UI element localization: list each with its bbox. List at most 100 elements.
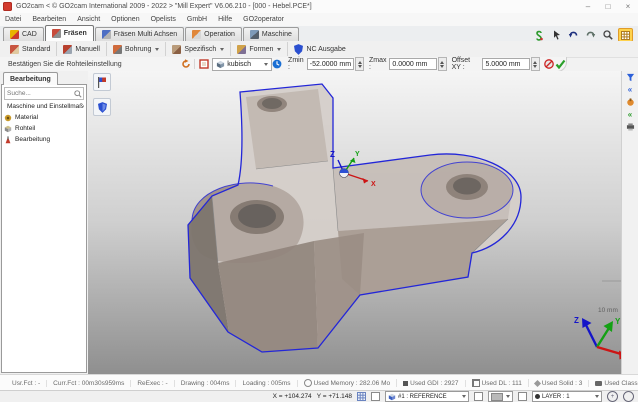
view-sphere-button[interactable]: [623, 391, 634, 402]
zoom-search-icon[interactable]: [601, 29, 614, 41]
print-panel-button[interactable]: [626, 123, 635, 131]
subtab-nc-ausgabe[interactable]: NC Ausgabe: [288, 42, 351, 56]
status-used-memory: Used Memory : 282.06 Mo: [298, 379, 398, 387]
standard-icon: [10, 45, 19, 54]
3d-viewport[interactable]: X Y Z 10 mm Z: [88, 71, 622, 374]
tool-panel-button[interactable]: [626, 98, 635, 107]
stock-box-icon[interactable]: [198, 58, 209, 70]
shield-icon: [98, 102, 107, 113]
reload-stock-icon[interactable]: [180, 58, 191, 70]
nav-z-label: Z: [574, 316, 579, 325]
status-reexec: ReExec : -: [131, 380, 174, 387]
grid-button[interactable]: [357, 392, 366, 401]
subtab-formen[interactable]: Formen: [231, 42, 288, 56]
menu-bearbeiten[interactable]: Bearbeiten: [32, 16, 66, 23]
zmax-stepper[interactable]: [438, 57, 447, 71]
tab-operation-label: Operation: [204, 31, 235, 38]
chevron-down-icon: [155, 48, 159, 51]
sidebar-tab-bearbeitung[interactable]: Bearbeitung: [3, 72, 58, 85]
window-controls: – □ ×: [578, 0, 638, 13]
bohrung-icon: [113, 45, 122, 54]
close-button[interactable]: ×: [618, 0, 638, 13]
menu-bar: Datei Bearbeiten Ansicht Optionen Opelis…: [0, 13, 638, 27]
main-area: Bearbeitung Maschine und Einstellmaße Ma…: [0, 71, 638, 374]
history-icon[interactable]: [272, 58, 283, 70]
tab-cad[interactable]: CAD: [3, 27, 44, 41]
collapse-left-green-icon[interactable]: «: [628, 111, 632, 119]
menu-optionen[interactable]: Optionen: [111, 16, 139, 23]
divider: [194, 59, 195, 69]
snap-icon[interactable]: [533, 29, 546, 41]
filter-button[interactable]: [626, 73, 635, 82]
color-checkbox[interactable]: [518, 392, 527, 401]
flag-button[interactable]: [93, 73, 111, 91]
chevron-down-icon: [462, 395, 466, 398]
title-bar: GO2cam < © GO2cam International 2009 - 2…: [0, 0, 638, 14]
subtab-standard[interactable]: Standard: [4, 42, 57, 56]
collapse-left-icon[interactable]: «: [628, 86, 632, 94]
menu-datei[interactable]: Datei: [5, 16, 21, 23]
prompt-message: Bestätigen Sie die Rohteileinstellung: [0, 61, 180, 68]
zmin-stepper[interactable]: [355, 57, 364, 71]
tree-item-material[interactable]: Material: [4, 112, 84, 123]
menu-hilfe[interactable]: Hilfe: [218, 16, 232, 23]
funnel-icon: [626, 73, 635, 82]
numeric-pad-icon[interactable]: [618, 28, 633, 42]
color-select[interactable]: [488, 391, 513, 402]
redo-icon[interactable]: [584, 29, 597, 41]
undo-icon[interactable]: [567, 29, 580, 41]
tab-operation[interactable]: Operation: [185, 27, 242, 41]
step-down-icon: [533, 65, 537, 68]
tree-item-maschine[interactable]: Maschine und Einstellmaße: [4, 101, 84, 112]
step-down-icon: [358, 65, 362, 68]
zoom-window-button[interactable]: +: [607, 391, 618, 402]
tab-multi-label: Fräsen Multi Achsen: [114, 31, 177, 38]
cancel-button[interactable]: [544, 58, 555, 70]
subtab-manuell[interactable]: Manuell: [57, 42, 107, 56]
status-used-memory-text: Used Memory : 282.06 Mo: [314, 380, 391, 387]
chevron-down-icon: [277, 48, 281, 51]
pointer-icon-glyph: [552, 30, 562, 40]
layer-select[interactable]: LAYER : 1: [532, 391, 602, 402]
flag-icon: [97, 77, 107, 88]
material-icon: [4, 114, 12, 122]
reference-checkbox[interactable]: [474, 392, 483, 401]
origin-y-label: Y: [355, 151, 360, 158]
grid-checkbox[interactable]: [371, 392, 380, 401]
tab-fraesen[interactable]: Fräsen: [45, 25, 94, 41]
menu-gmbh[interactable]: GmbH: [187, 16, 207, 23]
tree-item-bearbeitung[interactable]: Bearbeitung: [4, 134, 84, 145]
reference-select[interactable]: #1 : REFERENCE: [385, 391, 469, 402]
confirm-button[interactable]: [555, 58, 566, 70]
status-used-gdi: Used GDI : 2927: [397, 380, 465, 387]
menu-ansicht[interactable]: Ansicht: [77, 16, 100, 23]
printer-icon: [626, 123, 635, 131]
stock-shape-select[interactable]: kubisch: [212, 58, 272, 71]
stock-icon: [4, 125, 12, 133]
menu-go2operator[interactable]: GO2operator: [243, 16, 284, 23]
tab-maschine[interactable]: Maschine: [243, 27, 299, 41]
cube-icon: [216, 60, 225, 69]
tab-fraesen-multi-achsen[interactable]: Fräsen Multi Achsen: [95, 27, 184, 41]
color-swatch: [491, 393, 503, 401]
search-box[interactable]: [4, 87, 84, 100]
search-input[interactable]: [5, 90, 74, 97]
zmin-field[interactable]: -52.0000 mm: [307, 58, 354, 70]
minimize-button[interactable]: –: [578, 0, 598, 13]
reference-value: #1 : REFERENCE: [398, 394, 459, 400]
subtab-spezifisch[interactable]: Spezifisch: [166, 42, 231, 56]
menu-opelists[interactable]: Opelists: [151, 16, 176, 23]
offset-xy-stepper[interactable]: [531, 57, 540, 71]
scale-label: 10 mm: [598, 307, 618, 314]
machining-tree: Maschine und Einstellmaße Material Rohte…: [4, 101, 84, 145]
nc-shield-button[interactable]: [93, 98, 111, 116]
status-used-dl-text: Used DL : 111: [482, 380, 522, 387]
snap-icon-glyph: [534, 30, 545, 41]
pointer-icon[interactable]: [550, 29, 563, 41]
maximize-button[interactable]: □: [598, 0, 618, 13]
zmax-field[interactable]: 0.0000 mm: [389, 58, 436, 70]
offset-xy-field[interactable]: 5.0000 mm: [482, 58, 529, 70]
tree-item-rohteil[interactable]: Rohteil: [4, 123, 84, 134]
tab-cad-label: CAD: [22, 31, 37, 38]
subtab-bohrung[interactable]: Bohrung: [107, 42, 166, 56]
